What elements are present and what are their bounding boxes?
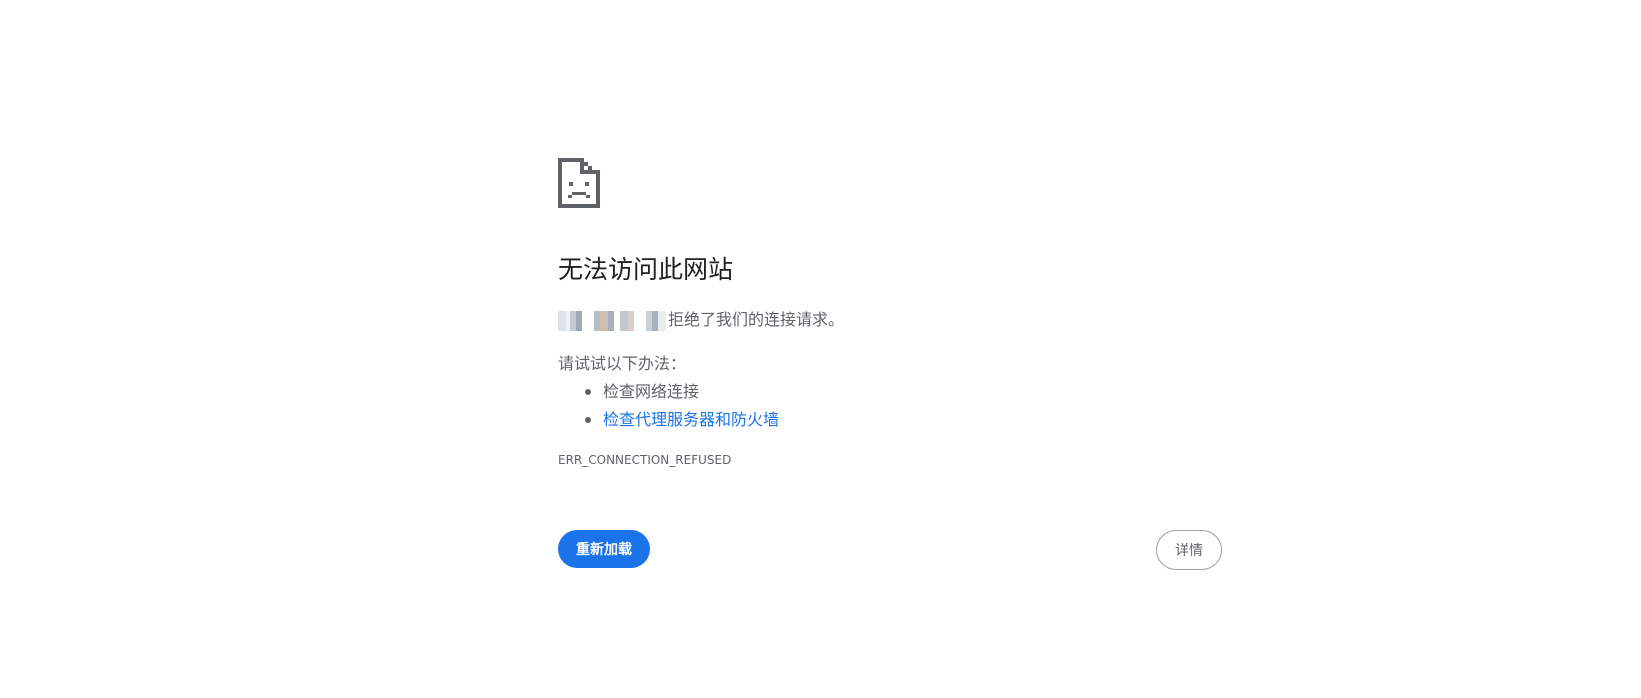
page-title: 无法访问此网站 [558, 255, 734, 284]
suggestion-check-proxy-firewall: 检查代理服务器和防火墙 [558, 406, 779, 434]
suggestion-label: 检查网络连接 [603, 382, 700, 401]
details-button[interactable]: 详情 [1156, 530, 1222, 570]
error-summary: 拒绝了我们的连接请求。 [558, 308, 844, 332]
suggestion-check-network: 检查网络连接 [558, 378, 779, 406]
reload-button[interactable]: 重新加载 [558, 530, 650, 568]
suggestions-title: 请试试以下办法： [558, 354, 687, 373]
suggestions-list: 检查网络连接 检查代理服务器和防火墙 [558, 378, 779, 434]
sad-document-icon [558, 158, 600, 208]
error-code: ERR_CONNECTION_REFUSED [558, 453, 732, 467]
redacted-hostname [558, 310, 666, 331]
check-proxy-firewall-link[interactable]: 检查代理服务器和防火墙 [603, 410, 779, 429]
error-summary-text: 拒绝了我们的连接请求。 [668, 310, 845, 329]
